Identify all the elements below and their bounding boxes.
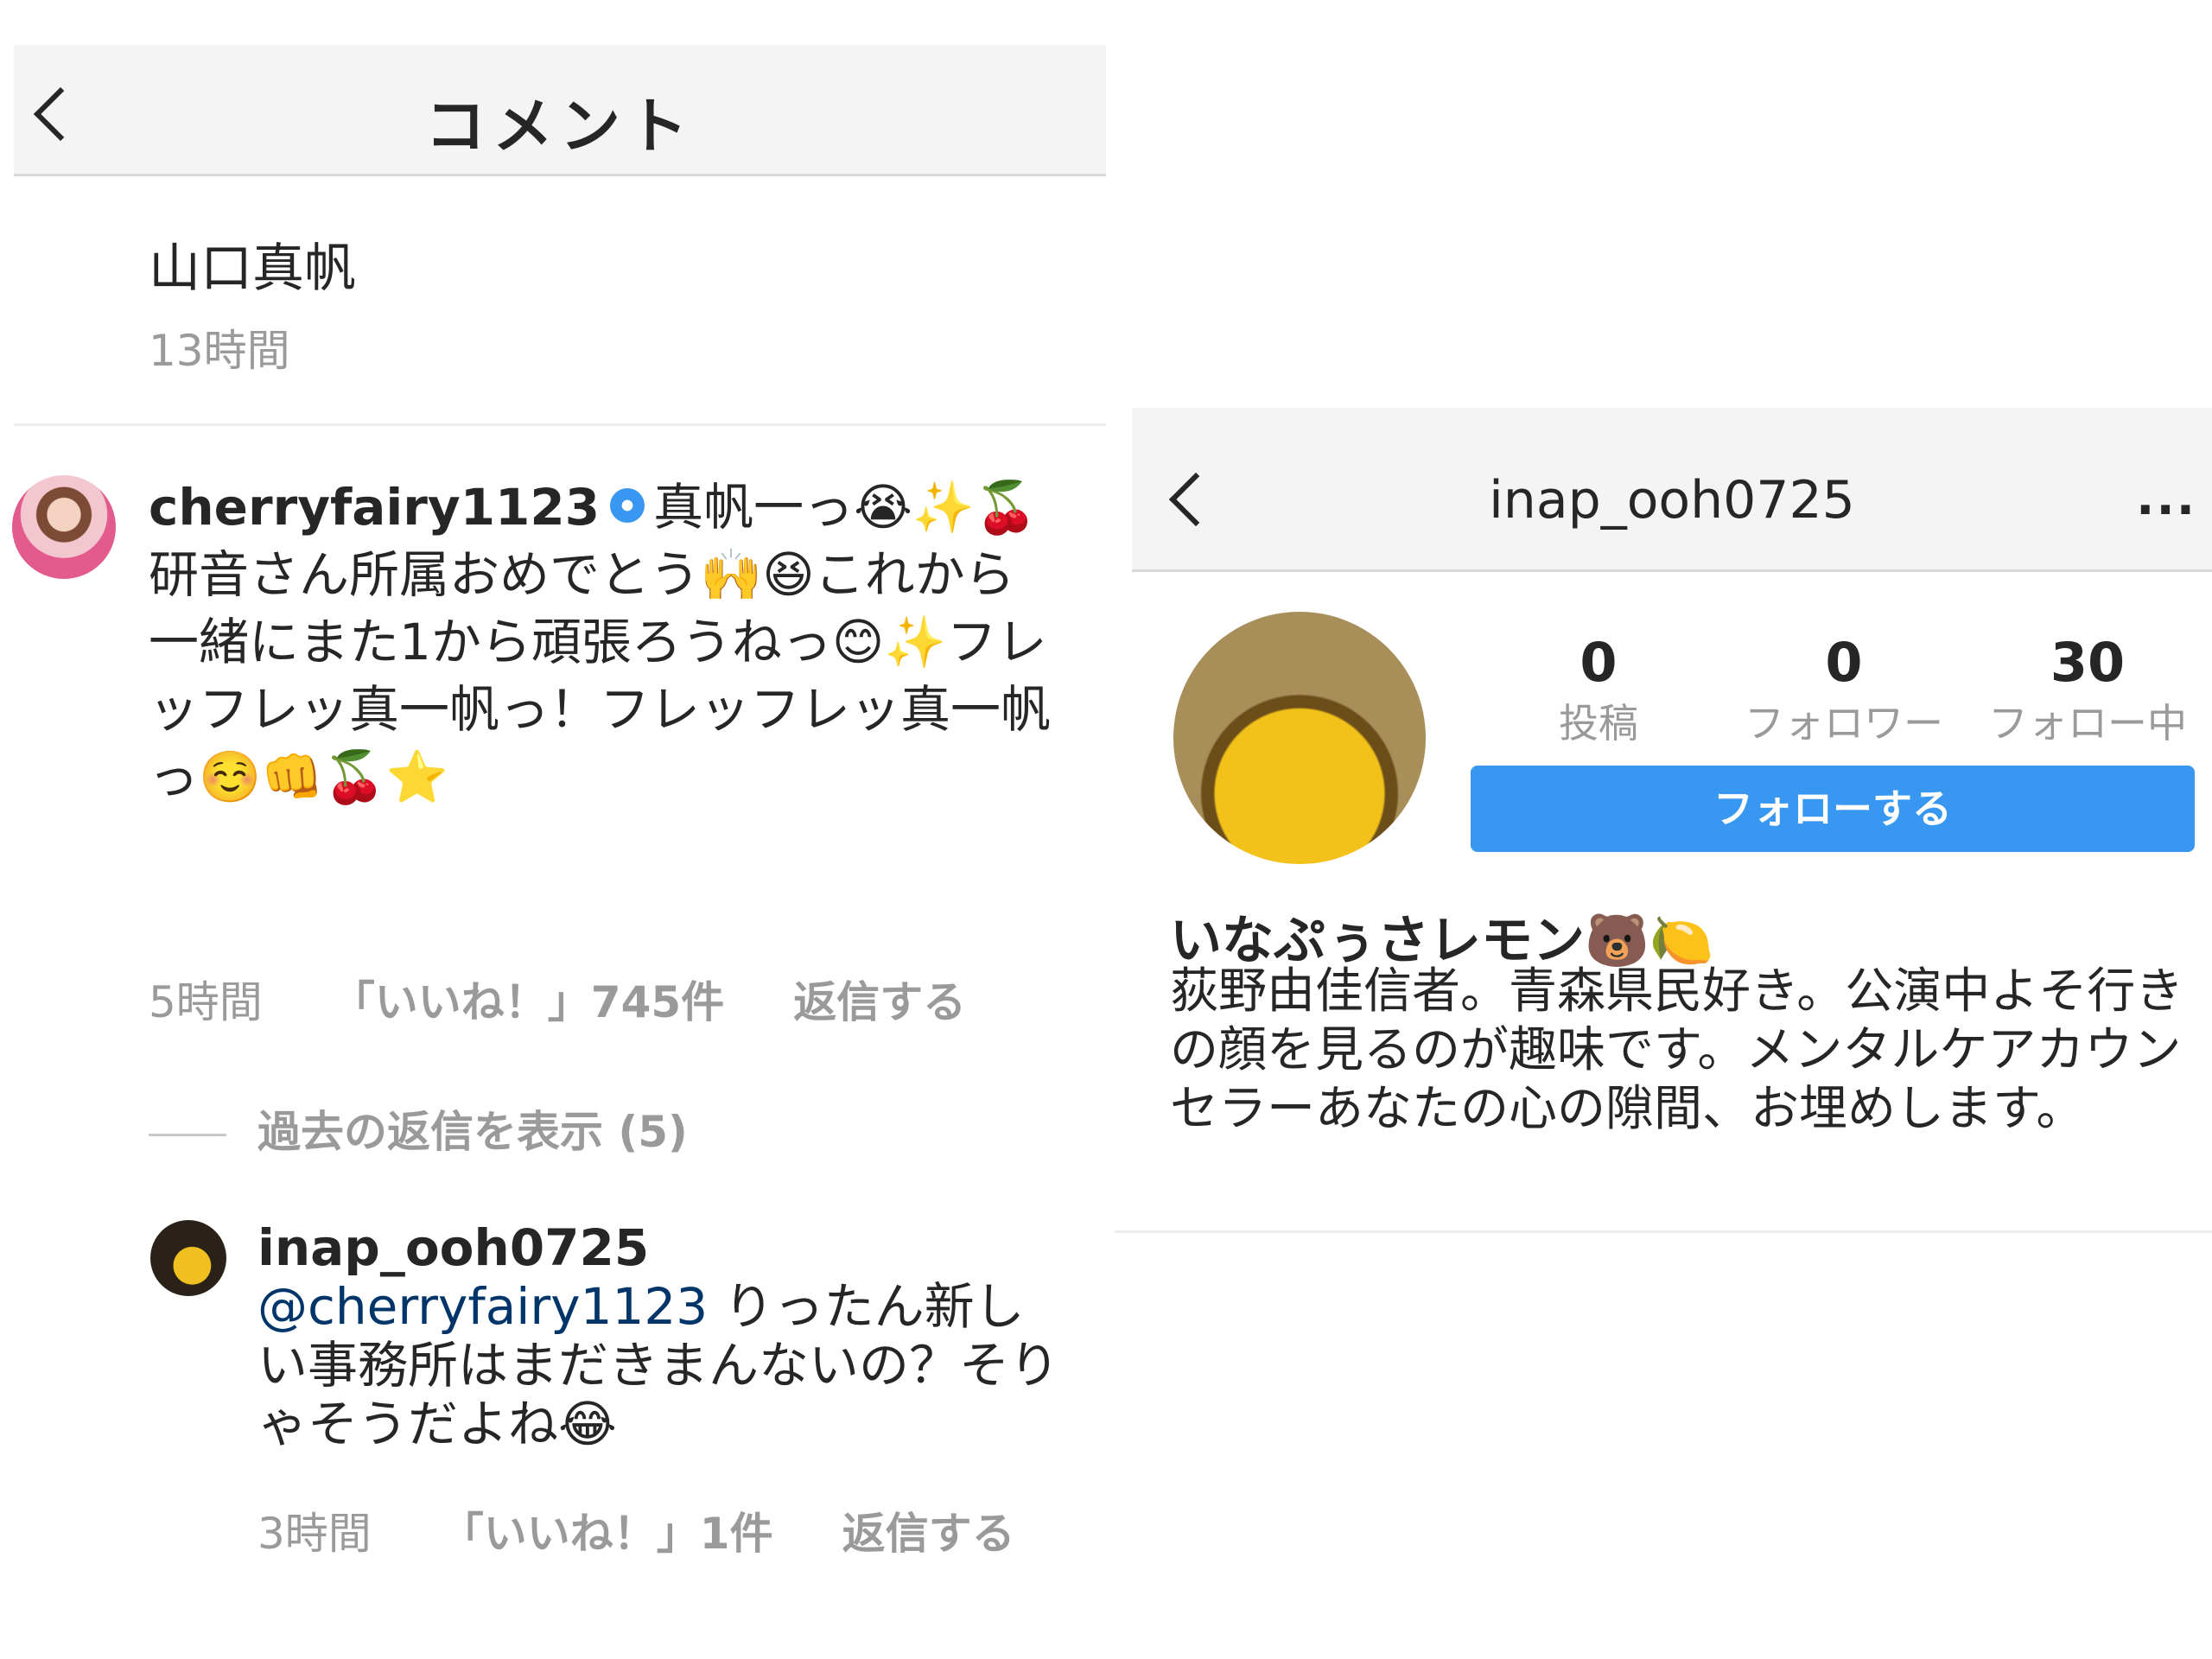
page-title: コメント (425, 91, 695, 162)
view-replies-label: 過去の返信を表示 (5) (257, 1107, 688, 1157)
post-time: 13時間 (149, 326, 290, 376)
reply-username[interactable]: inap_ooh0725 (257, 1218, 1070, 1277)
stat-followers[interactable]: 0 フォロワー (1723, 631, 1965, 749)
view-replies-button[interactable]: 過去の返信を表示 (5) (149, 1097, 688, 1160)
profile-screen: inap_ooh0725 ... 0 投稿 0 フォロワー 30 フォロー中 フ… (1115, 397, 2212, 1262)
verified-badge-icon (610, 488, 645, 523)
posts-label: 投稿 (1559, 700, 1638, 747)
reply-likes[interactable]: 「いいね！」1件 (441, 1509, 773, 1559)
avatar[interactable] (12, 475, 116, 579)
profile-avatar[interactable] (1173, 612, 1426, 864)
divider (1115, 1230, 2212, 1233)
comment-likes[interactable]: 「いいね！」745件 (332, 977, 724, 1027)
stat-following[interactable]: 30 フォロー中 (1967, 631, 2209, 749)
comment-time: 5時間 (149, 977, 263, 1027)
comment-body: cherryfairy1123 真帆一っ😭✨🍒研音さん所属おめでとう🙌😆これから一… (149, 474, 1065, 810)
reply-body: inap_ooh0725 @cherryfairy1123 りったん新しい事務所… (257, 1218, 1070, 1453)
avatar[interactable] (150, 1220, 226, 1296)
profile-username: inap_ooh0725 (1489, 470, 1855, 531)
divider (14, 423, 1106, 426)
followers-count: 0 (1825, 631, 1863, 694)
comments-header: コメント (14, 45, 1106, 176)
reply-mention[interactable]: @cherryfairy1123 (257, 1277, 708, 1336)
follow-button[interactable]: フォローする (1471, 766, 2195, 852)
post-author[interactable]: 山口真帆 (149, 226, 356, 302)
reply-button[interactable]: 返信する (842, 1509, 1015, 1559)
profile-bio: 荻野由佳信者。青森県民好き。公演中よそ行きの顔を見るのが趣味です。メンタルケアカ… (1170, 963, 2184, 1137)
profile-header: inap_ooh0725 ... (1132, 408, 2212, 572)
divider (149, 1134, 226, 1136)
followers-label: フォロワー (1745, 700, 1943, 747)
reply-button[interactable]: 返信する (793, 977, 966, 1027)
reply-time: 3時間 (257, 1509, 372, 1559)
following-label: フォロー中 (1988, 700, 2187, 747)
more-options-icon[interactable]: ... (2136, 470, 2196, 526)
comment-username[interactable]: cherryfairy1123 (149, 478, 600, 537)
reply-meta: 3時間 「いいね！」1件 返信する (257, 1499, 1084, 1561)
comment-meta: 5時間 「いいね！」745件 返信する (149, 968, 1035, 1030)
comments-screen: コメント 山口真帆 13時間 cherryfairy1123 真帆一っ😭✨🍒研音さ… (0, 0, 1115, 1659)
posts-count: 0 (1580, 631, 1618, 694)
following-count: 30 (2050, 631, 2126, 694)
stat-posts[interactable]: 0 投稿 (1478, 631, 1719, 749)
